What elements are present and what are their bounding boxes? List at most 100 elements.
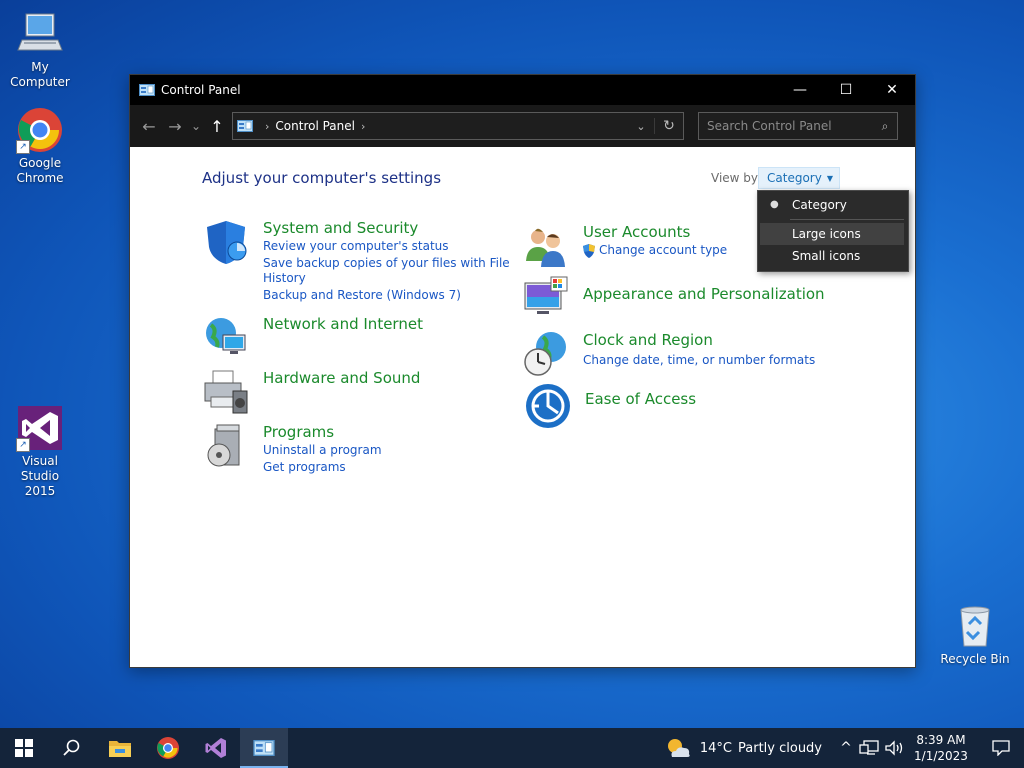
clock-globe-icon <box>524 332 566 376</box>
category-title[interactable]: Clock and Region <box>583 331 713 349</box>
desktop-icon-google-chrome[interactable]: ↗ Google Chrome <box>0 106 80 186</box>
programs-disc-icon <box>207 424 240 467</box>
page-heading: Adjust your computer's settings <box>202 169 442 187</box>
printer-icon <box>204 370 248 414</box>
desktop-icon-label: Recycle Bin <box>940 652 1010 666</box>
visual-studio-icon: ↗ <box>16 404 64 452</box>
volume-icon[interactable] <box>884 740 906 756</box>
address-history-dropdown[interactable]: ⌄ <box>628 120 654 133</box>
search-icon <box>63 739 80 756</box>
menu-item-large-icons[interactable]: Large icons <box>760 223 904 245</box>
category-link[interactable]: History <box>263 271 306 285</box>
network-icon[interactable] <box>858 740 880 756</box>
category-title[interactable]: Programs <box>263 423 334 441</box>
control-panel-icon <box>253 740 275 756</box>
menu-item-category[interactable]: ● Category <box>760 194 904 216</box>
chrome-icon: ↗ <box>16 106 64 154</box>
notification-icon <box>992 740 1010 756</box>
category-title[interactable]: User Accounts <box>583 223 690 241</box>
category-title[interactable]: Appearance and Personalization <box>583 285 825 303</box>
computer-icon <box>16 10 64 58</box>
category-title[interactable]: Ease of Access <box>585 390 696 408</box>
users-icon <box>526 228 565 267</box>
control-panel-window: Control Panel — ☐ ✕ ← → ⌄ ↑ › Control Pa… <box>129 74 916 668</box>
menu-item-label: Large icons <box>792 227 861 241</box>
shortcut-arrow-icon: ↗ <box>16 438 30 452</box>
weather-temperature: 14°C <box>699 740 732 756</box>
desktop-icon-recycle-bin[interactable]: Recycle Bin <box>935 602 1015 667</box>
control-panel-icon <box>237 120 253 132</box>
title-bar[interactable]: Control Panel — ☐ ✕ <box>130 75 915 105</box>
search-icon[interactable]: ⌕ <box>873 119 897 134</box>
maximize-button[interactable]: ☐ <box>823 75 869 105</box>
system-tray: 14°C Partly cloudy ^ 8:39 AM 1/1/2023 <box>666 728 1024 768</box>
menu-item-small-icons[interactable]: Small icons <box>760 245 904 267</box>
window-title: Control Panel <box>161 83 241 97</box>
visual-studio-icon <box>205 738 226 758</box>
up-button[interactable]: ↑ <box>204 113 230 139</box>
desktop-icon-label: Visual Studio 2015 <box>20 454 60 498</box>
menu-separator <box>790 219 904 220</box>
category-link[interactable]: Save backup copies of your files with Fi… <box>263 256 510 270</box>
category-title[interactable]: Network and Internet <box>263 315 423 333</box>
refresh-button[interactable]: ↻ <box>654 118 683 134</box>
menu-item-label: Category <box>792 198 847 212</box>
selected-bullet-icon: ● <box>770 199 779 210</box>
menu-item-label: Small icons <box>792 249 861 263</box>
category-title[interactable]: System and Security <box>263 219 418 237</box>
monitor-palette-icon <box>524 276 568 314</box>
search-box[interactable]: ⌕ <box>698 112 898 140</box>
category-link[interactable]: Get programs <box>263 460 346 474</box>
address-toolbar: ← → ⌄ ↑ › Control Panel › ⌄ ↻ ⌕ <box>130 105 915 147</box>
taskbar-control-panel[interactable] <box>240 728 288 768</box>
breadcrumb-separator[interactable]: › <box>361 120 365 133</box>
taskbar: 14°C Partly cloudy ^ 8:39 AM 1/1/2023 <box>0 728 1024 768</box>
start-button[interactable] <box>0 728 48 768</box>
category-link[interactable]: Review your computer's status <box>263 239 449 253</box>
desktop-icon-label: My Computer <box>10 60 70 89</box>
taskbar-file-explorer[interactable] <box>96 728 144 768</box>
clock[interactable]: 8:39 AM 1/1/2023 <box>912 732 970 764</box>
show-hidden-icons-button[interactable]: ^ <box>836 740 856 756</box>
category-link[interactable]: Backup and Restore (Windows 7) <box>263 288 461 302</box>
taskbar-visual-studio[interactable] <box>192 728 240 768</box>
taskbar-chrome[interactable] <box>144 728 192 768</box>
category-title[interactable]: Hardware and Sound <box>263 369 420 387</box>
shortcut-arrow-icon: ↗ <box>16 140 30 154</box>
chrome-icon <box>157 737 179 759</box>
breadcrumb-separator[interactable]: › <box>265 120 269 133</box>
search-input[interactable] <box>699 118 873 134</box>
partly-cloudy-icon <box>667 739 690 757</box>
recycle-bin-icon <box>951 602 999 650</box>
file-explorer-icon <box>109 741 131 757</box>
back-button[interactable]: ← <box>136 113 162 139</box>
uac-shield-icon <box>583 244 595 258</box>
address-bar[interactable]: › Control Panel › ⌄ ↻ <box>232 112 684 140</box>
ease-of-access-icon <box>526 384 570 428</box>
weather-widget[interactable]: 14°C Partly cloudy <box>666 737 822 759</box>
clock-time: 8:39 AM <box>916 733 966 747</box>
close-button[interactable]: ✕ <box>869 75 915 105</box>
category-link[interactable]: Change date, time, or number formats <box>583 353 815 367</box>
action-center-button[interactable] <box>978 728 1024 768</box>
view-by-dropdown[interactable]: Category ▼ <box>758 167 840 189</box>
clock-date: 1/1/2023 <box>914 749 968 763</box>
desktop-icon-visual-studio[interactable]: ↗ Visual Studio 2015 <box>0 404 80 499</box>
category-link[interactable]: Uninstall a program <box>263 443 382 457</box>
view-by-value: Category <box>767 171 822 185</box>
shield-icon <box>207 221 247 264</box>
desktop-icon-my-computer[interactable]: My Computer <box>0 10 80 90</box>
globe-network-icon <box>206 318 246 354</box>
desktop-icon-label: Google Chrome <box>16 156 64 185</box>
windows-logo-icon <box>15 739 33 757</box>
breadcrumb-control-panel[interactable]: Control Panel <box>275 119 355 133</box>
taskbar-search-button[interactable] <box>48 728 96 768</box>
view-by-menu: ● Category Large icons Small icons <box>757 190 909 272</box>
recent-locations-button[interactable]: ⌄ <box>188 113 204 139</box>
minimize-button[interactable]: — <box>777 75 823 105</box>
forward-button[interactable]: → <box>162 113 188 139</box>
caret-down-icon: ▼ <box>826 173 833 183</box>
view-by-label: View by: <box>711 171 762 185</box>
control-panel-icon <box>139 84 155 96</box>
category-link[interactable]: Change account type <box>599 243 727 257</box>
